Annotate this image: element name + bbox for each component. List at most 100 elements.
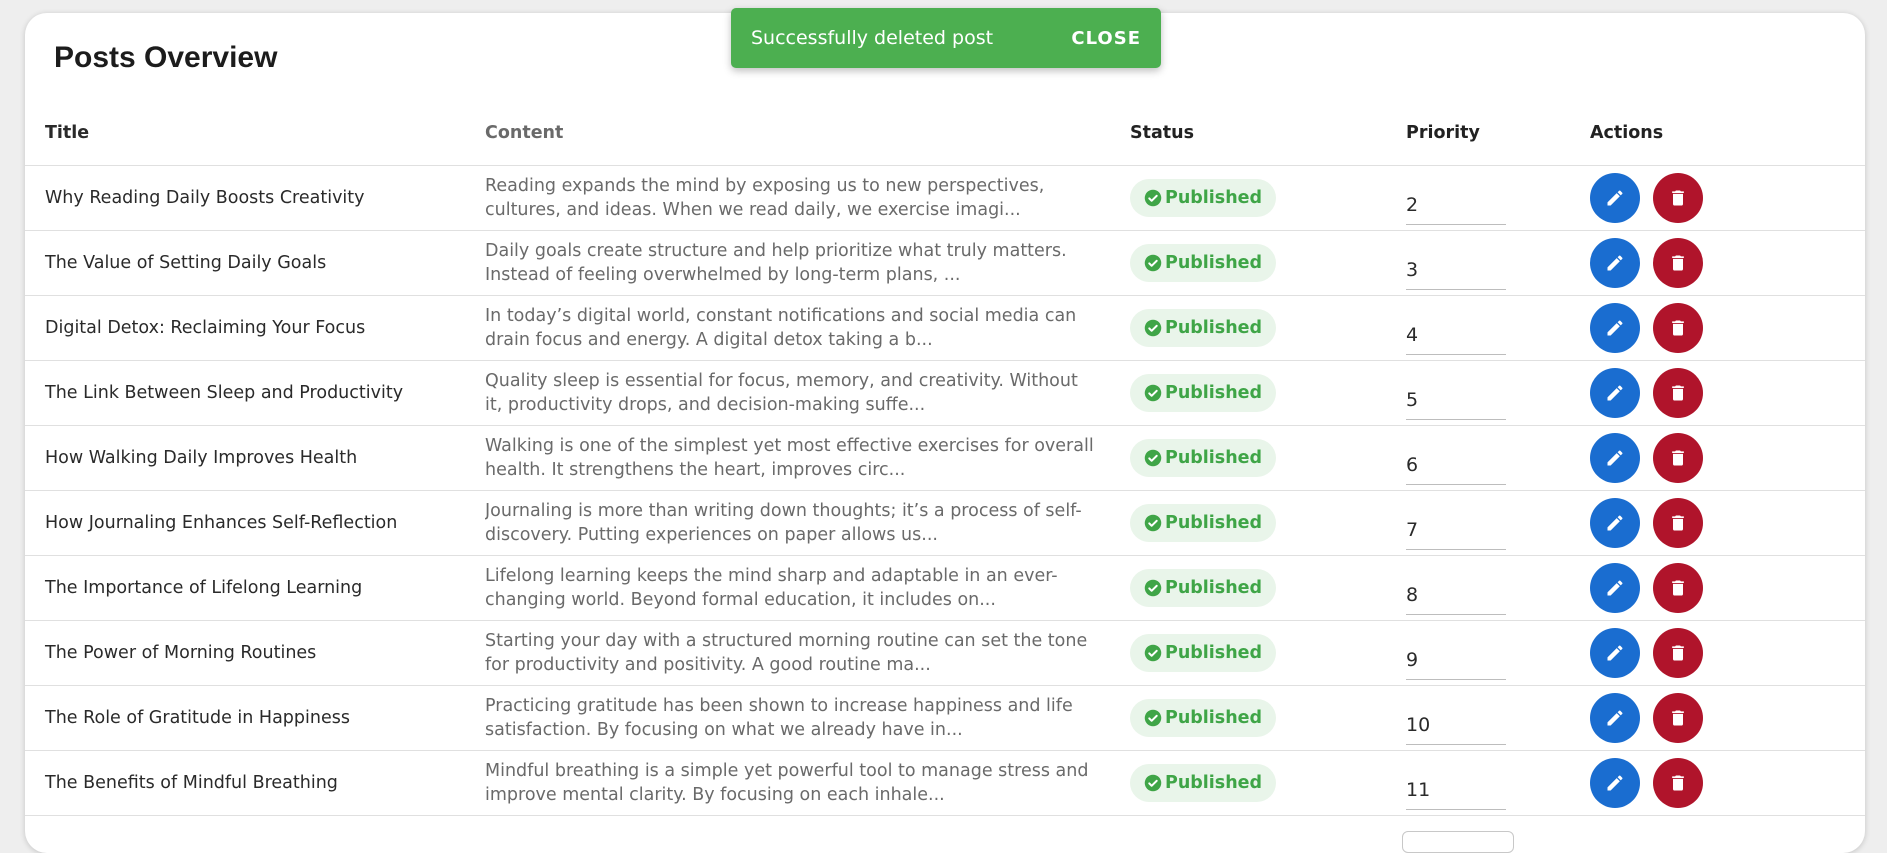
row-actions: [1590, 563, 1865, 613]
row-actions: [1590, 303, 1865, 353]
edit-button[interactable]: [1590, 238, 1640, 288]
post-title: The Power of Morning Routines: [25, 620, 485, 686]
edit-button[interactable]: [1590, 758, 1640, 808]
delete-button[interactable]: [1653, 368, 1703, 418]
delete-button[interactable]: [1653, 173, 1703, 223]
column-header-status[interactable]: Status: [1130, 101, 1406, 166]
status-badge: Published: [1130, 439, 1277, 477]
status-badge: Published: [1130, 244, 1277, 282]
pencil-icon: [1607, 775, 1623, 791]
table-row[interactable]: Digital Detox: Reclaiming Your Focus In …: [25, 295, 1865, 361]
edit-button[interactable]: [1590, 498, 1640, 548]
status-label: Published: [1165, 513, 1263, 533]
posts-card: Posts Overview Title Content Status Prio…: [25, 13, 1865, 853]
post-title: Why Reading Daily Boosts Creativity: [25, 165, 485, 231]
status-badge: Published: [1130, 634, 1277, 672]
priority-input[interactable]: 11: [1406, 770, 1506, 810]
post-content: Quality sleep is essential for focus, me…: [485, 371, 1078, 415]
priority-input[interactable]: 9: [1406, 640, 1506, 680]
delete-button[interactable]: [1653, 433, 1703, 483]
post-title: The Importance of Lifelong Learning: [25, 555, 485, 621]
check-circle-icon: [1144, 384, 1162, 402]
status-badge: Published: [1130, 374, 1277, 412]
post-content: Lifelong learning keeps the mind sharp a…: [485, 566, 1058, 610]
status-label: Published: [1165, 383, 1263, 403]
column-header-priority[interactable]: Priority: [1406, 101, 1590, 166]
priority-input[interactable]: 7: [1406, 510, 1506, 550]
priority-input[interactable]: 10: [1406, 705, 1506, 745]
edit-button[interactable]: [1590, 173, 1640, 223]
pencil-icon: [1607, 710, 1623, 726]
priority-input[interactable]: 3: [1406, 250, 1506, 290]
row-actions: [1590, 758, 1865, 808]
table-row[interactable]: How Journaling Enhances Self-Reflection …: [25, 490, 1865, 556]
priority-input[interactable]: 2: [1406, 185, 1506, 225]
pencil-icon: [1607, 255, 1623, 271]
status-label: Published: [1165, 188, 1263, 208]
trash-icon: [1672, 515, 1684, 531]
post-title: How Walking Daily Improves Health: [25, 425, 485, 491]
column-header-title[interactable]: Title: [25, 101, 485, 166]
post-content: Daily goals create structure and help pr…: [485, 241, 1067, 285]
edit-button[interactable]: [1590, 433, 1640, 483]
pencil-icon: [1607, 450, 1623, 466]
status-badge: Published: [1130, 309, 1277, 347]
table-row[interactable]: Why Reading Daily Boosts Creativity Read…: [25, 165, 1865, 231]
check-circle-icon: [1144, 319, 1162, 337]
table-row[interactable]: The Link Between Sleep and Productivity …: [25, 360, 1865, 426]
edit-button[interactable]: [1590, 628, 1640, 678]
status-label: Published: [1165, 253, 1263, 273]
delete-button[interactable]: [1653, 693, 1703, 743]
table-row[interactable]: The Role of Gratitude in Happiness Pract…: [25, 685, 1865, 751]
pencil-icon: [1607, 320, 1623, 336]
status-label: Published: [1165, 708, 1263, 728]
trash-icon: [1672, 255, 1684, 271]
snackbar-close-button[interactable]: CLOSE: [1071, 28, 1141, 49]
delete-button[interactable]: [1653, 758, 1703, 808]
delete-button[interactable]: [1653, 238, 1703, 288]
check-circle-icon: [1144, 709, 1162, 727]
edit-button[interactable]: [1590, 693, 1640, 743]
edit-button[interactable]: [1590, 368, 1640, 418]
check-circle-icon: [1144, 644, 1162, 662]
priority-input[interactable]: 4: [1406, 315, 1506, 355]
table-row[interactable]: The Importance of Lifelong Learning Life…: [25, 555, 1865, 621]
edit-button[interactable]: [1590, 303, 1640, 353]
trash-icon: [1672, 385, 1684, 401]
table-row[interactable]: The Value of Setting Daily Goals Daily g…: [25, 230, 1865, 296]
delete-button[interactable]: [1653, 303, 1703, 353]
priority-input[interactable]: 6: [1406, 445, 1506, 485]
status-badge: Published: [1130, 569, 1277, 607]
pencil-icon: [1607, 580, 1623, 596]
table-row[interactable]: The Benefits of Mindful Breathing Mindfu…: [25, 750, 1865, 816]
status-badge: Published: [1130, 764, 1277, 802]
table-row[interactable]: How Walking Daily Improves Health Walkin…: [25, 425, 1865, 491]
row-actions: [1590, 498, 1865, 548]
row-actions: [1590, 173, 1865, 223]
posts-table: Title Content Status Priority Actions Wh…: [25, 101, 1865, 816]
row-actions: [1590, 368, 1865, 418]
table-row[interactable]: The Power of Morning Routines Starting y…: [25, 620, 1865, 686]
row-actions: [1590, 238, 1865, 288]
status-label: Published: [1165, 773, 1263, 793]
pencil-icon: [1607, 515, 1623, 531]
priority-input[interactable]: 8: [1406, 575, 1506, 615]
edit-button[interactable]: [1590, 563, 1640, 613]
pagination-select[interactable]: [1402, 831, 1514, 853]
post-content: Practicing gratitude has been shown to i…: [485, 696, 1073, 740]
check-circle-icon: [1144, 579, 1162, 597]
delete-button[interactable]: [1653, 563, 1703, 613]
check-circle-icon: [1144, 449, 1162, 467]
priority-input[interactable]: 5: [1406, 380, 1506, 420]
check-circle-icon: [1144, 514, 1162, 532]
pencil-icon: [1607, 645, 1623, 661]
delete-button[interactable]: [1653, 628, 1703, 678]
column-header-content[interactable]: Content: [485, 101, 1130, 166]
page-title: Posts Overview: [54, 41, 278, 74]
post-content: Reading expands the mind by exposing us …: [485, 176, 1045, 220]
delete-button[interactable]: [1653, 498, 1703, 548]
post-content: Journaling is more than writing down tho…: [485, 501, 1082, 545]
post-content: Starting your day with a structured morn…: [485, 631, 1088, 675]
pencil-icon: [1607, 385, 1623, 401]
row-actions: [1590, 433, 1865, 483]
